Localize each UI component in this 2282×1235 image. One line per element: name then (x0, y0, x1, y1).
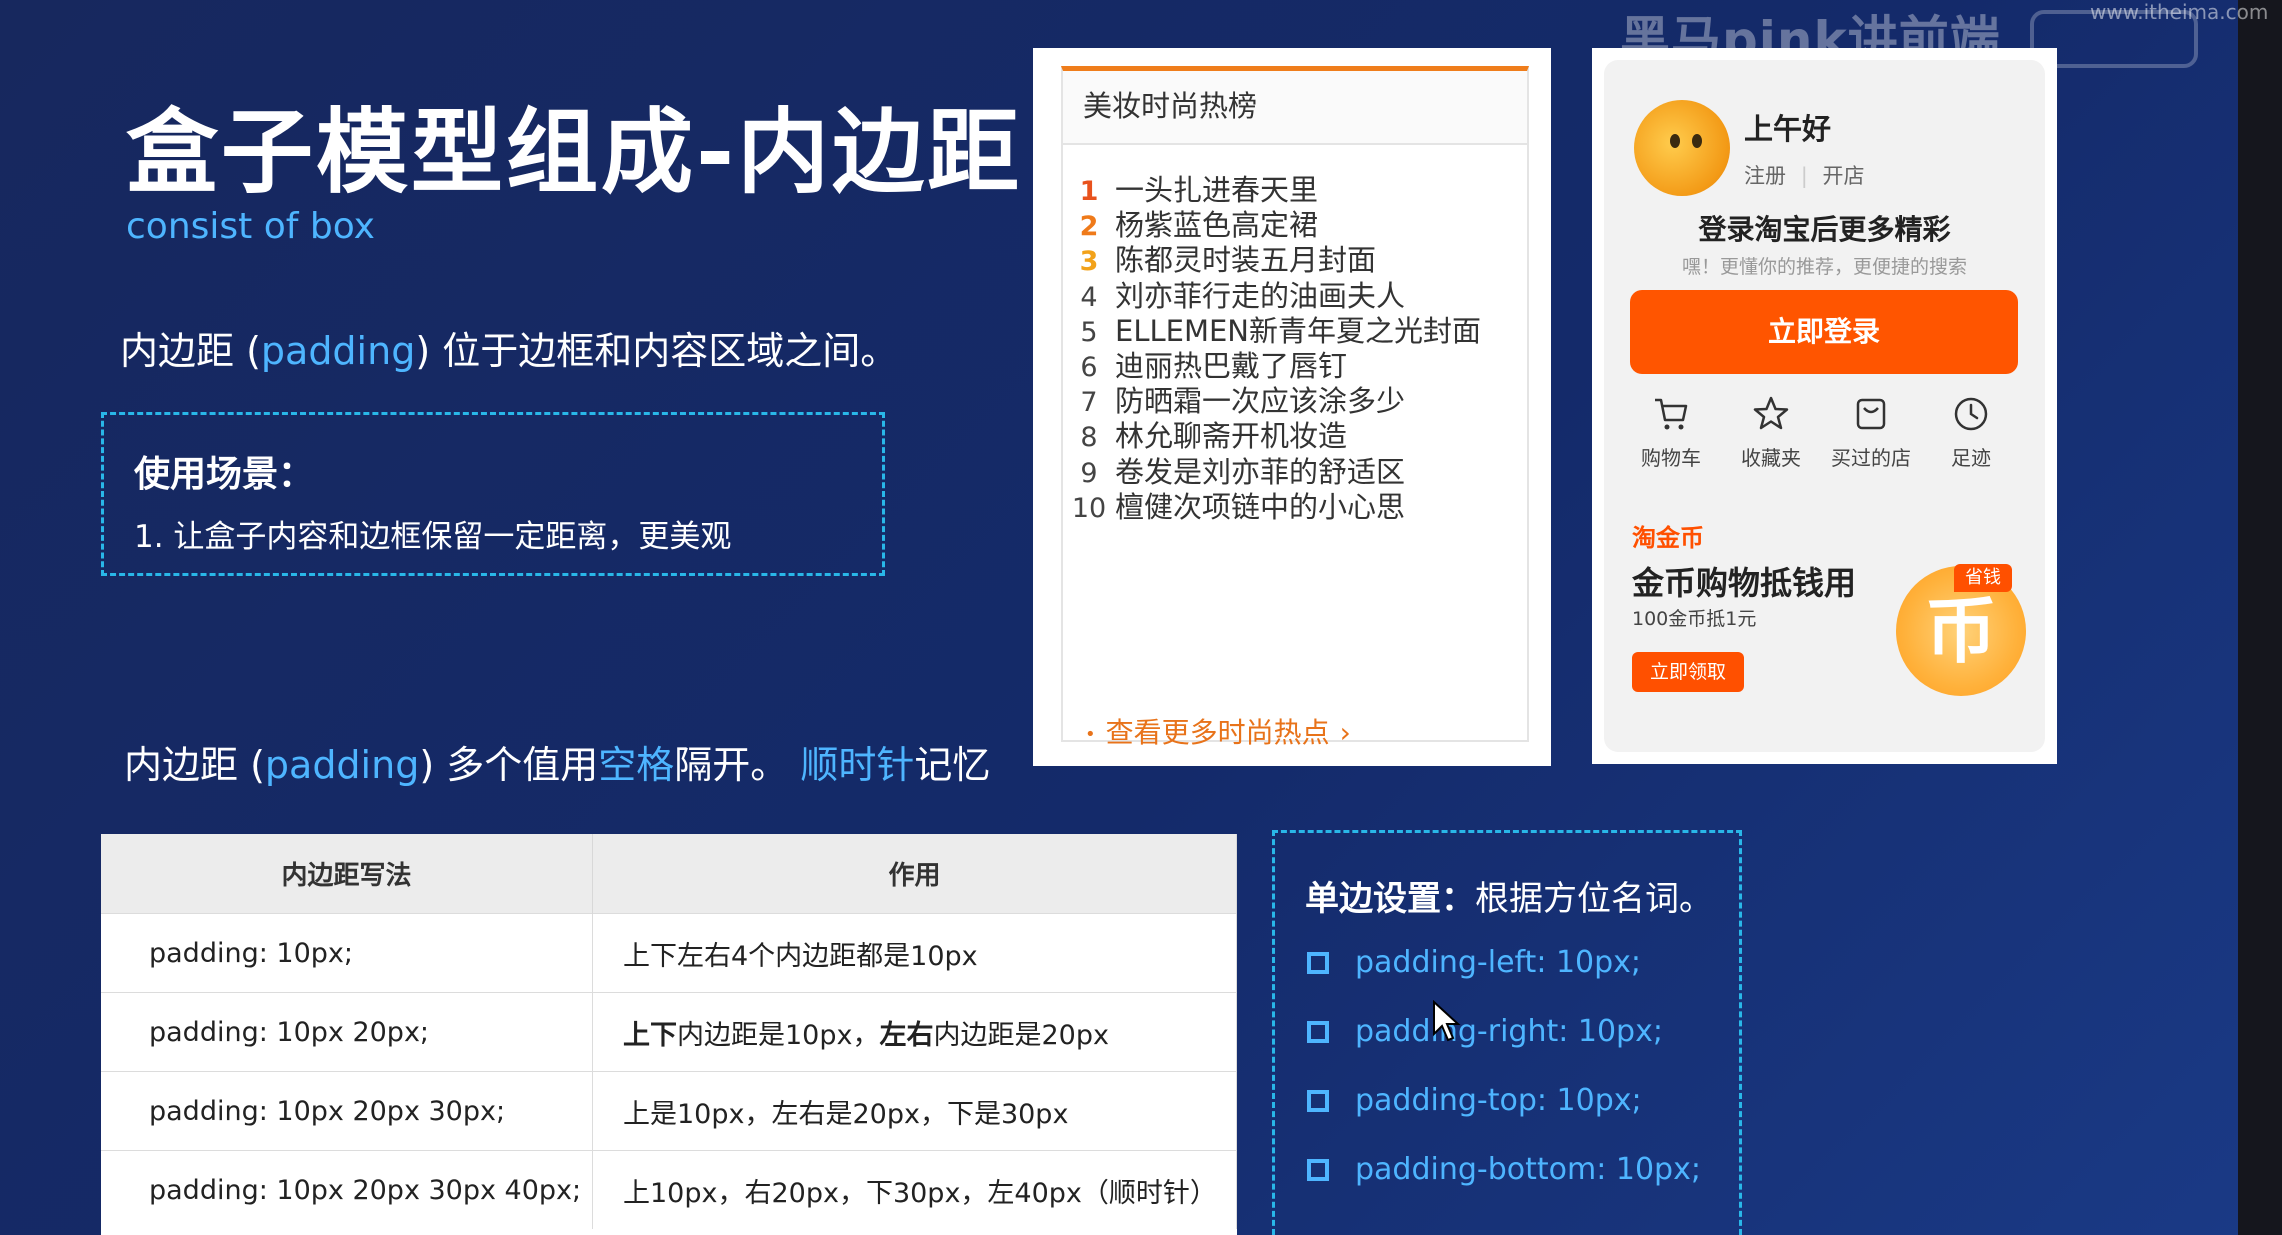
cell-syntax: padding: 10px 20px; (101, 992, 593, 1072)
intro-keyword: padding (260, 329, 416, 373)
watermark-site: www.itheima.com (2090, 0, 2269, 24)
right-edge-bar (2238, 0, 2282, 1235)
square-bullet-icon (1307, 1020, 1329, 1043)
login-title: 登录淘宝后更多精彩 (1698, 213, 1951, 246)
table-row: padding: 10px 20px; 上下内边距是10px，左右内边距是20px (101, 992, 1237, 1072)
avatar-eye-left (1670, 134, 1680, 148)
cell-syntax: padding: 10px 20px 30px; (101, 1071, 593, 1151)
chevron-right-icon: › (1339, 716, 1351, 749)
prop-text: padding-bottom: 10px; (1355, 1152, 1701, 1187)
coin-brand: 淘金币 (1632, 524, 1704, 552)
multi-value-sentence: 内边距 (padding) 多个值用空格隔开。 顺时针记忆 (124, 734, 990, 789)
account-links: 注册 | 开店 (1744, 160, 1864, 190)
quick-cart[interactable]: 购物车 (1626, 394, 1716, 471)
s2-padding: padding (264, 743, 420, 787)
coin-title: 金币购物抵钱用 (1632, 564, 1857, 602)
table-row: padding: 10px; 上下左右4个内边距都是10px (101, 913, 1237, 993)
table-header-syntax: 内边距写法 (101, 834, 593, 914)
login-subtitle: 嘿！更懂你的推荐，更便捷的搜索 (1681, 256, 1967, 278)
cart-icon (1655, 398, 1688, 430)
ranking-more-text: 查看更多时尚热点 (1105, 716, 1330, 749)
quick-favorites[interactable]: 收藏夹 (1726, 394, 1816, 471)
square-bullet-icon (1307, 951, 1329, 974)
rank-number: 10 (1071, 492, 1107, 524)
table-row: padding: 10px 20px 30px 40px; 上10px，右20px… (101, 1150, 1237, 1229)
shop-bag-icon (1856, 398, 1886, 430)
ranking-item[interactable]: 10 檀健次项链中的小心思 (1063, 484, 1405, 526)
list-item: padding-top: 10px; (1307, 1083, 1642, 1118)
star-icon (1753, 396, 1789, 430)
taobao-login-card: 上午好 注册 | 开店 登录淘宝后更多精彩 嘿！更懂你的推荐，更便捷的搜索 立即… (1592, 48, 2057, 764)
single-side-box: 单边设置：根据方位名词。 padding-left: 10px; padding… (1272, 830, 1742, 1235)
s2-c: ) 多个值用 (419, 743, 599, 787)
cell-syntax: padding: 10px 20px 30px 40px; (101, 1150, 593, 1229)
table-header-effect: 作用 (592, 834, 1237, 914)
quick-history[interactable]: 足迹 (1926, 394, 2016, 471)
link-divider: | (1800, 164, 1808, 188)
list-item: padding-bottom: 10px; (1307, 1152, 1701, 1187)
single-side-heading-rest: 根据方位名词。 (1475, 879, 1713, 919)
s2-g: 记忆 (914, 743, 991, 787)
greeting: 上午好 (1744, 112, 1832, 146)
prop-text: padding-left: 10px; (1355, 945, 1642, 980)
usage-heading: 使用场景： (134, 454, 315, 495)
list-item: padding-right: 10px; (1307, 1014, 1663, 1049)
quick-shops[interactable]: 买过的店 (1826, 394, 1916, 471)
slide-title: 盒子模型组成-内边距 (126, 99, 1023, 206)
cell-syntax: padding: 10px; (101, 913, 593, 993)
effect-segment: 上下左右4个内边距都是10px (623, 940, 978, 972)
beauty-ranking-card: 美妆时尚热榜 1 一头扎进春天里 2 杨紫蓝色高定裙 3 陈都灵时装五月封面 4 刘亦菲行走的… (1033, 48, 1551, 766)
cell-effect: 上10px，右20px，下30px，左40px（顺时针） (592, 1150, 1237, 1229)
table-row: padding: 10px 20px 30px; 上是10px，左右是20px，下… (101, 1071, 1237, 1151)
single-side-heading-bold: 单边设置： (1305, 879, 1475, 919)
single-side-heading: 单边设置：根据方位名词。 (1305, 871, 1713, 920)
claim-button[interactable]: 立即领取 (1632, 652, 1744, 692)
ranking-panel: 美妆时尚热榜 1 一头扎进春天里 2 杨紫蓝色高定裙 3 陈都灵时装五月封面 4 刘亦菲行走的… (1061, 66, 1529, 749)
coin-subtitle: 100金币抵1元 (1632, 608, 1757, 630)
effect-segment: 上10px，右20px，下30px，左40px（顺时针） (623, 1177, 1217, 1209)
ranking-title: 美妆时尚热榜 (1063, 71, 1527, 145)
usage-text: 1. 让盒子内容和边框保留一定距离，更美观 (134, 519, 732, 555)
effect-segment: 上下 (623, 1019, 677, 1051)
ranking-more-link[interactable]: • 查看更多时尚热点 › (1085, 711, 1351, 751)
prop-text: padding-right: 10px; (1355, 1014, 1663, 1049)
effect-segment: 内边距是20px (933, 1019, 1109, 1051)
login-button[interactable]: 立即登录 (1630, 290, 2018, 374)
avatar (1634, 100, 1730, 196)
list-item: padding-left: 10px; (1307, 945, 1641, 980)
intro-post: ) 位于边框和内容区域之间。 (415, 329, 899, 373)
avatar-eye-right (1692, 134, 1702, 148)
s2-e: 隔开。 (674, 743, 801, 787)
cell-effect: 上是10px，左右是20px，下是30px (592, 1071, 1237, 1151)
effect-segment: 上是10px，左右是20px，下是30px (623, 1098, 1069, 1130)
s2-space: 空格 (598, 743, 675, 787)
square-bullet-icon (1307, 1158, 1329, 1181)
slide-subtitle: consist of box (126, 206, 375, 247)
quick-label: 购物车 (1641, 446, 1701, 470)
taobao-login-panel: 上午好 注册 | 开店 登录淘宝后更多精彩 嘿！更懂你的推荐，更便捷的搜索 立即… (1604, 60, 2045, 752)
square-bullet-icon (1307, 1089, 1329, 1112)
clock-icon (1954, 397, 1988, 431)
usage-box: 使用场景： 1. 让盒子内容和边框保留一定距离，更美观 (101, 412, 885, 576)
quick-label: 足迹 (1951, 446, 1991, 470)
quick-label: 买过的店 (1831, 446, 1911, 470)
quick-label: 收藏夹 (1741, 446, 1801, 470)
open-shop-link[interactable]: 开店 (1822, 164, 1864, 188)
cell-effect: 上下左右4个内边距都是10px (592, 913, 1237, 993)
intro-sentence: 内边距 (padding) 位于边框和内容区域之间。 (120, 320, 898, 375)
rank-text: 檀健次项链中的小心思 (1115, 489, 1406, 524)
save-money-badge: 省钱 (1954, 564, 2012, 592)
effect-segment: 左右 (879, 1019, 934, 1051)
prop-text: padding-top: 10px; (1355, 1083, 1642, 1118)
s2-a: 内边距 ( (124, 743, 265, 787)
register-link[interactable]: 注册 (1744, 164, 1786, 188)
mouse-cursor-icon (1433, 1000, 1461, 1042)
padding-table: 内边距写法 作用 padding: 10px; 上下左右4个内边距都是10px pa… (101, 834, 1237, 1235)
intro-pre: 内边距 ( (120, 329, 261, 373)
s2-clockwise: 顺时针 (800, 743, 915, 787)
bullet-dot-icon: • (1085, 723, 1096, 745)
effect-segment: 内边距是10px， (677, 1019, 880, 1051)
cell-effect: 上下内边距是10px，左右内边距是20px (592, 992, 1237, 1072)
